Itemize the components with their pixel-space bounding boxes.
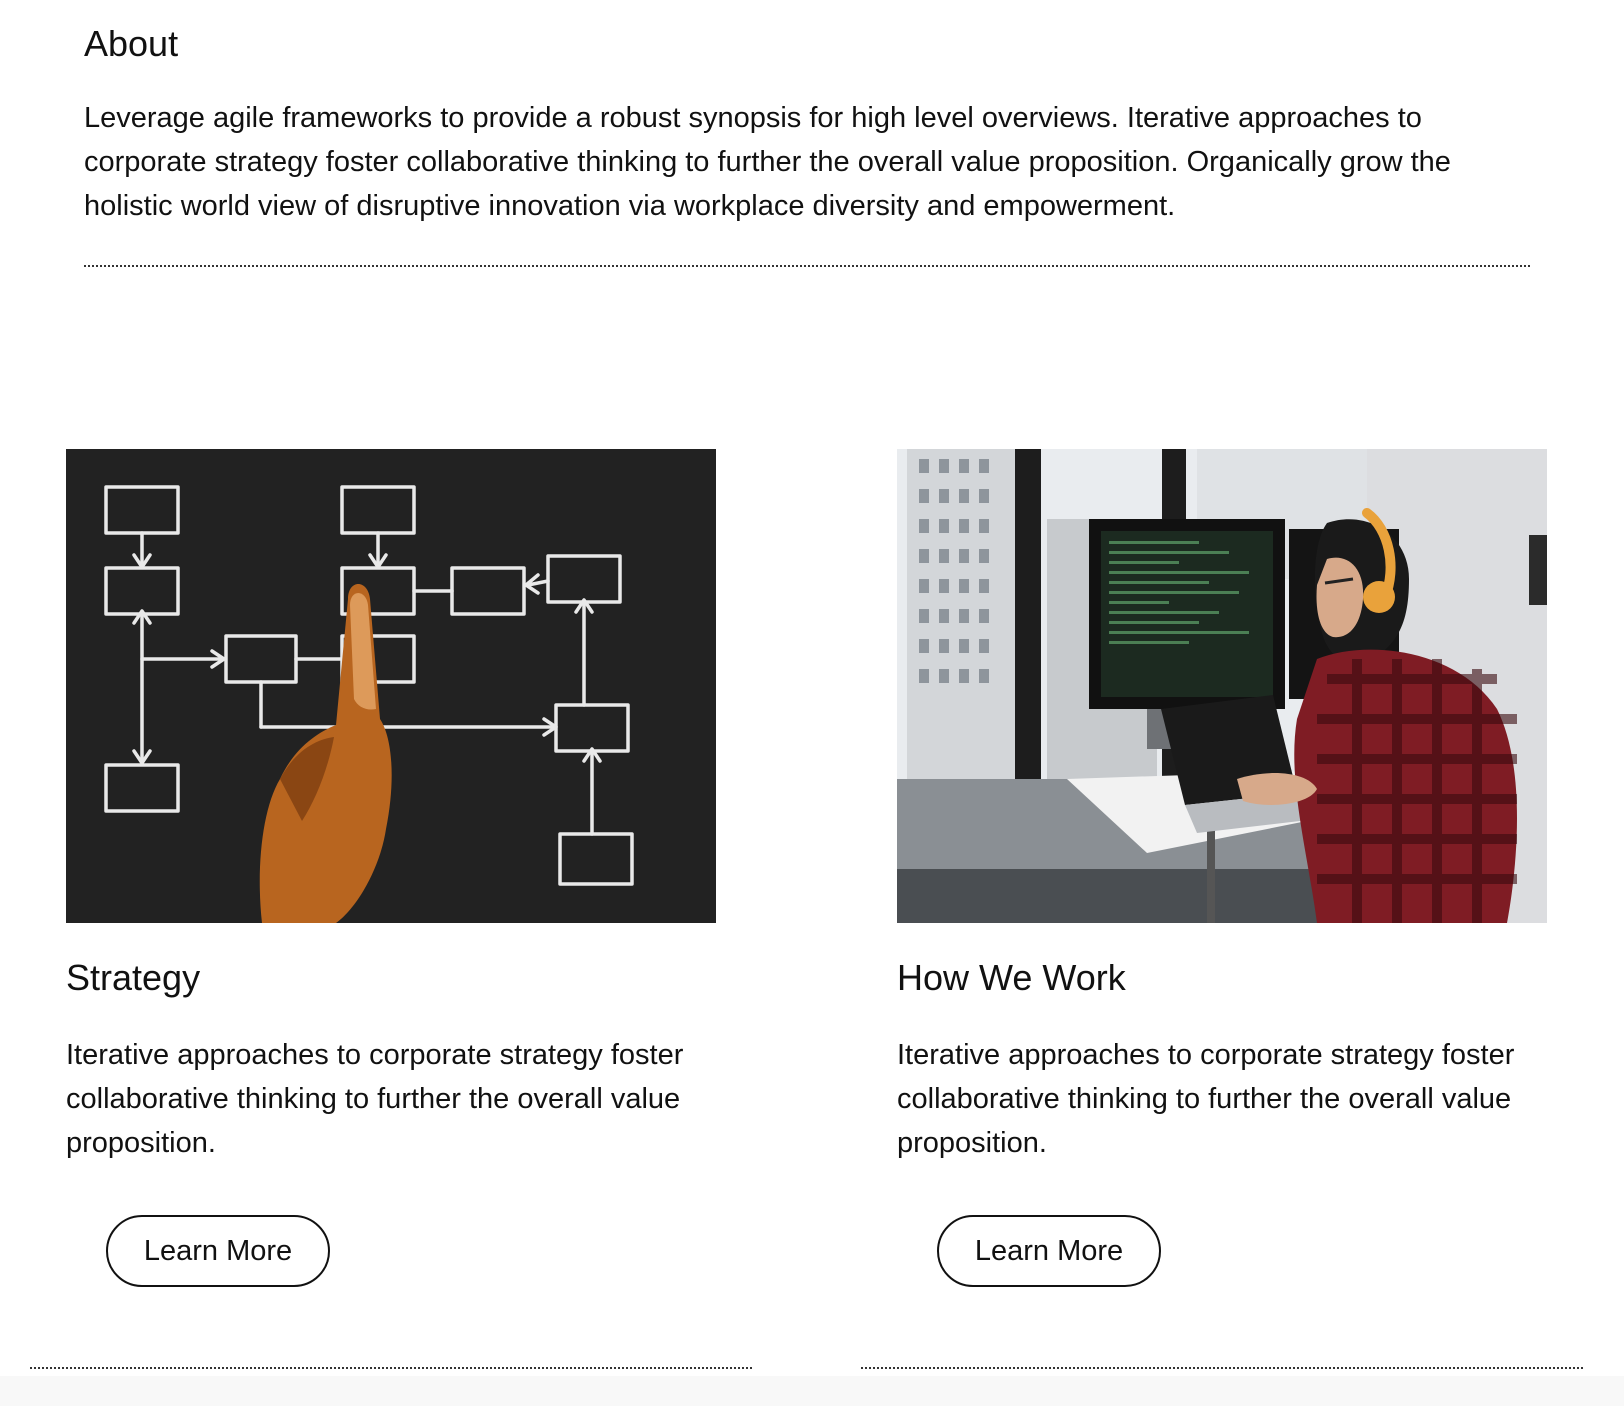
strategy-heading: Strategy xyxy=(66,957,201,998)
about-text: Leverage agile frameworks to provide a r… xyxy=(84,102,1451,222)
card-strategy: Strategy Iterative approaches to corpora… xyxy=(66,449,716,1287)
strategy-image xyxy=(66,449,716,923)
strategy-card-divider xyxy=(30,1367,752,1369)
card-how-we-work: How We Work Iterative approaches to corp… xyxy=(897,449,1547,1287)
about-heading: About xyxy=(84,23,179,64)
how-we-work-learn-more-button[interactable]: Learn More xyxy=(937,1215,1161,1287)
how-we-work-image xyxy=(897,449,1547,923)
how-we-work-text: Iterative approaches to corporate strate… xyxy=(897,1039,1515,1159)
about-section: About Leverage agile frameworks to provi… xyxy=(84,20,1534,228)
strategy-text: Iterative approaches to corporate strate… xyxy=(66,1039,684,1159)
how-we-work-card-divider xyxy=(861,1367,1583,1369)
strategy-learn-more-button[interactable]: Learn More xyxy=(106,1215,330,1287)
how-we-work-heading: How We Work xyxy=(897,957,1126,998)
page-bottom-strip xyxy=(0,1376,1624,1406)
about-divider xyxy=(84,265,1530,267)
